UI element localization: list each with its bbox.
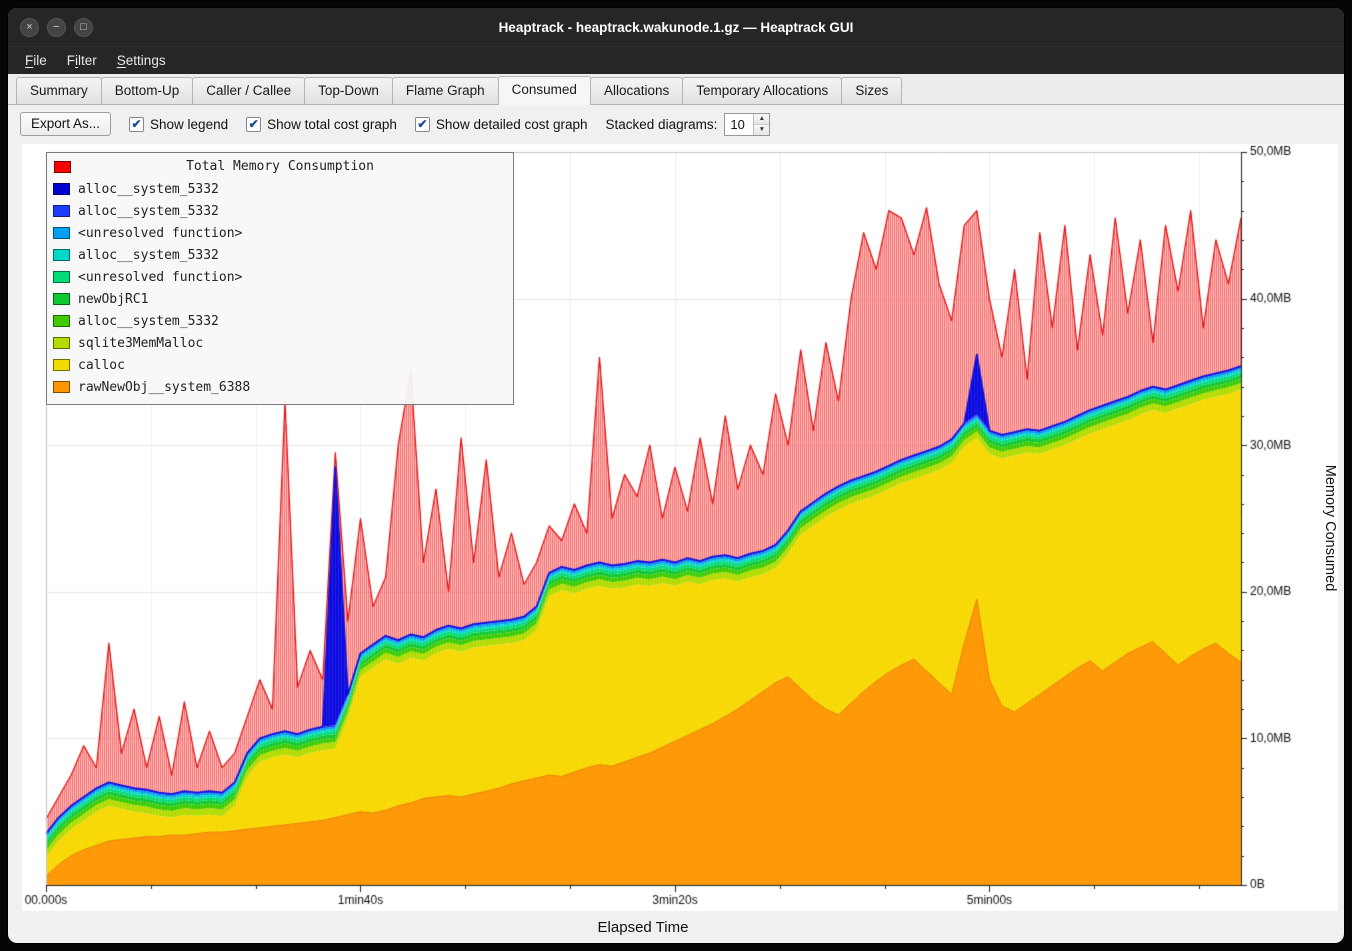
- legend-swatch: [53, 227, 70, 239]
- legend-swatch: [53, 271, 70, 283]
- tab-allocations[interactable]: Allocations: [590, 77, 683, 104]
- tab-flame-graph[interactable]: Flame Graph: [392, 77, 499, 104]
- stacked-diagrams-value[interactable]: 10: [725, 114, 753, 135]
- legend-swatch: [53, 359, 70, 371]
- chevron-down-icon: ▼: [759, 126, 765, 133]
- legend-swatch: [53, 315, 70, 327]
- tab-summary[interactable]: Summary: [16, 77, 102, 104]
- legend-item: alloc__system_5332: [53, 200, 507, 222]
- window-title: Heaptrack - heaptrack.wakunode.1.gz — He…: [8, 20, 1344, 35]
- stacked-diagrams-control: Stacked diagrams: 10 ▲ ▼: [606, 113, 771, 136]
- x-axis-title: Elapsed Time: [22, 911, 1264, 943]
- stacked-diagrams-label: Stacked diagrams:: [606, 117, 718, 132]
- legend-item: <unresolved function>: [53, 222, 507, 244]
- checkbox-checked-icon: ✔: [246, 117, 261, 132]
- y-axis-title: Memory Consumed: [1322, 464, 1338, 591]
- show-total-cost-checkbox[interactable]: ✔ Show total cost graph: [246, 117, 397, 132]
- app-window: × − □ Heaptrack - heaptrack.wakunode.1.g…: [8, 8, 1344, 943]
- legend-swatch: [53, 249, 70, 261]
- legend-item: alloc__system_5332: [53, 310, 507, 332]
- tab-bar: Summary Bottom-Up Caller / Callee Top-Do…: [8, 74, 1344, 105]
- checkbox-checked-icon: ✔: [129, 117, 144, 132]
- legend-swatch: [53, 381, 70, 393]
- legend-label: rawNewObj__system_6388: [78, 380, 250, 395]
- close-button[interactable]: ×: [20, 18, 39, 37]
- chart-toolbar: Export As... ✔ Show legend ✔ Show total …: [8, 105, 1344, 142]
- legend-item: rawNewObj__system_6388: [53, 376, 507, 398]
- close-icon: ×: [26, 22, 32, 33]
- tab-caller-callee[interactable]: Caller / Callee: [192, 77, 305, 104]
- minimize-icon: −: [53, 22, 59, 33]
- tab-sizes[interactable]: Sizes: [841, 77, 902, 104]
- chart-legend: Total Memory Consumption alloc__system_5…: [46, 152, 514, 405]
- menu-bar: File Filter Settings: [8, 46, 1344, 74]
- window-controls: × − □: [20, 8, 93, 46]
- legend-label: alloc__system_5332: [78, 314, 219, 329]
- legend-swatch: [53, 337, 70, 349]
- legend-label: <unresolved function>: [78, 270, 242, 285]
- legend-swatch: [53, 205, 70, 217]
- legend-label: alloc__system_5332: [78, 248, 219, 263]
- legend-label: <unresolved function>: [78, 226, 242, 241]
- spin-down-button[interactable]: ▼: [754, 124, 769, 135]
- menu-settings[interactable]: Settings: [108, 50, 175, 71]
- export-as-button[interactable]: Export As...: [20, 112, 111, 136]
- tab-temporary-allocations[interactable]: Temporary Allocations: [682, 77, 842, 104]
- legend-title: Total Memory Consumption: [53, 156, 507, 178]
- legend-item: sqlite3MemMalloc: [53, 332, 507, 354]
- tab-top-down[interactable]: Top-Down: [304, 77, 393, 104]
- legend-label: alloc__system_5332: [78, 182, 219, 197]
- chevron-up-icon: ▲: [759, 115, 765, 122]
- legend-label: sqlite3MemMalloc: [78, 336, 203, 351]
- spin-up-button[interactable]: ▲: [754, 114, 769, 124]
- show-legend-checkbox[interactable]: ✔ Show legend: [129, 117, 228, 132]
- title-bar: × − □ Heaptrack - heaptrack.wakunode.1.g…: [8, 8, 1344, 46]
- legend-item: alloc__system_5332: [53, 244, 507, 266]
- maximize-button[interactable]: □: [74, 18, 93, 37]
- legend-item: <unresolved function>: [53, 266, 507, 288]
- legend-label: newObjRC1: [78, 292, 148, 307]
- legend-swatch: [53, 183, 70, 195]
- menu-filter[interactable]: Filter: [58, 50, 106, 71]
- show-detailed-cost-checkbox[interactable]: ✔ Show detailed cost graph: [415, 117, 588, 132]
- maximize-icon: □: [80, 22, 87, 33]
- legend-item: calloc: [53, 354, 507, 376]
- chart-area: Total Memory Consumption alloc__system_5…: [22, 144, 1338, 911]
- spinner-buttons: ▲ ▼: [753, 114, 769, 135]
- tab-consumed[interactable]: Consumed: [498, 76, 591, 105]
- legend-swatch-total: [54, 161, 71, 173]
- checkbox-checked-icon: ✔: [415, 117, 430, 132]
- menu-file[interactable]: File: [16, 50, 56, 71]
- legend-label: calloc: [78, 358, 125, 373]
- legend-swatch: [53, 293, 70, 305]
- legend-item: newObjRC1: [53, 288, 507, 310]
- show-legend-label: Show legend: [150, 117, 228, 132]
- show-total-cost-label: Show total cost graph: [267, 117, 397, 132]
- legend-label: alloc__system_5332: [78, 204, 219, 219]
- tab-bottom-up[interactable]: Bottom-Up: [101, 77, 194, 104]
- legend-title-row: Total Memory Consumption: [53, 156, 507, 178]
- stacked-diagrams-spinbox[interactable]: 10 ▲ ▼: [724, 113, 770, 136]
- show-detailed-cost-label: Show detailed cost graph: [436, 117, 588, 132]
- minimize-button[interactable]: −: [47, 18, 66, 37]
- legend-item: alloc__system_5332: [53, 178, 507, 200]
